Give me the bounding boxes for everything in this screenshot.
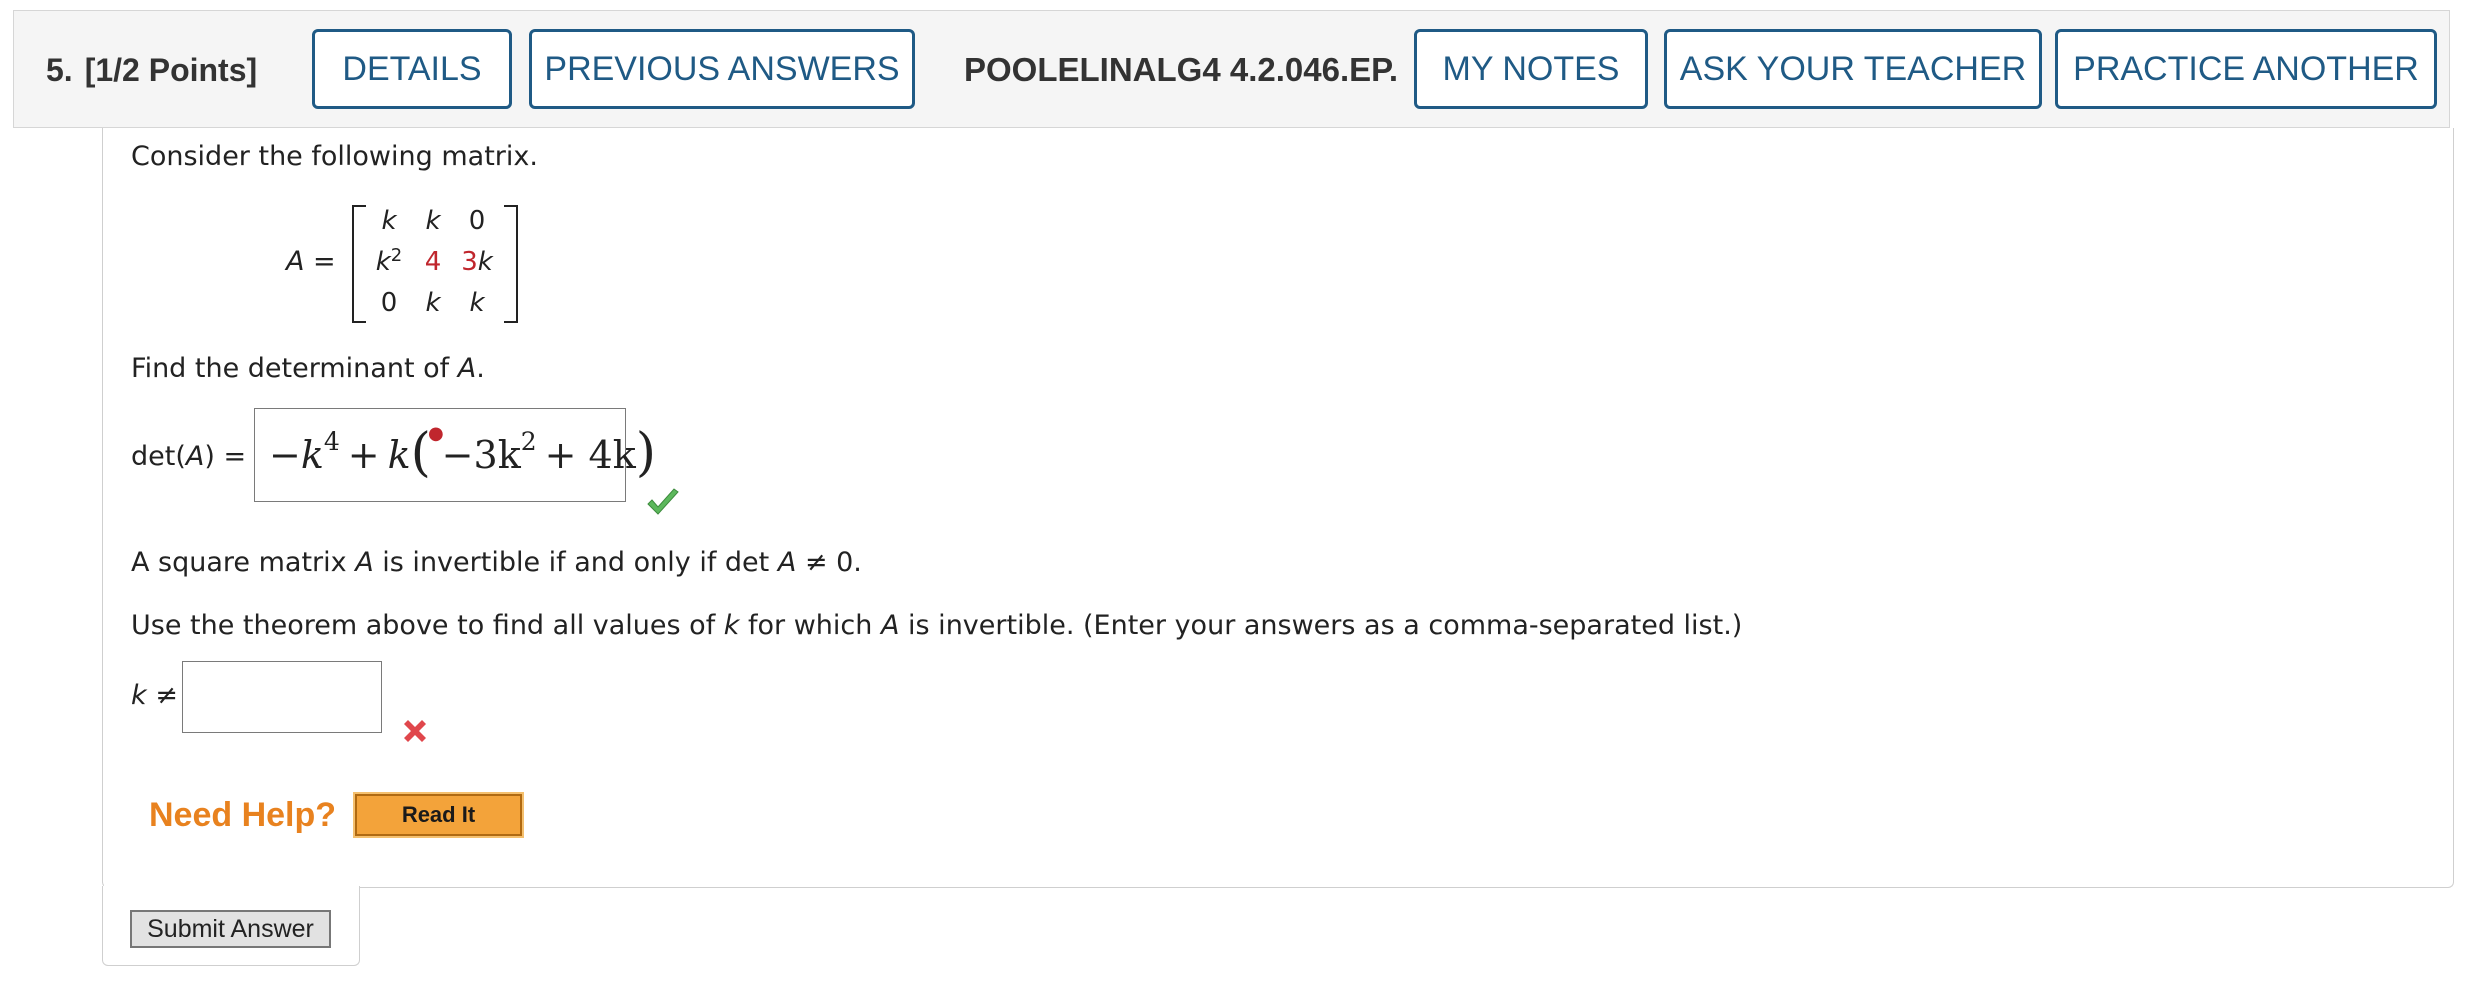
find-determinant-text: Find the determinant of A. <box>131 353 485 384</box>
theorem-text: A square matrix A is invertible if and o… <box>131 547 862 578</box>
matrix-cell-r1c3: 0 <box>468 206 486 236</box>
k-answer-input[interactable] <box>182 661 382 733</box>
matrix-cell-r3c2: k <box>425 288 441 318</box>
matrix-left-bracket <box>352 205 366 323</box>
cross-icon <box>404 720 426 742</box>
matrix-label: A = <box>286 246 336 277</box>
details-button[interactable]: DETAILS <box>312 29 512 109</box>
det-label: det(A) = <box>131 441 247 472</box>
read-it-button[interactable]: Read It <box>353 792 524 838</box>
previous-answers-button[interactable]: PREVIOUS ANSWERS <box>529 29 915 109</box>
k-answer-label: k ≠ <box>131 680 178 711</box>
matrix-cell-r3c1: 0 <box>380 288 398 318</box>
matrix-cell-r2c1: k2 <box>375 245 403 277</box>
matrix-cell-r1c1: k <box>381 206 397 236</box>
checkmark-icon <box>647 488 679 515</box>
matrix-cell-r2c3: 3k <box>461 247 493 277</box>
ask-your-teacher-button[interactable]: ASK YOUR TEACHER <box>1664 29 2042 109</box>
question-points: [1/2 Points] <box>84 52 258 88</box>
question-number-label: 5. <box>46 52 73 88</box>
matrix-cell-r2c2: 4 <box>424 247 442 277</box>
submit-answer-button[interactable]: Submit Answer <box>130 910 331 948</box>
matrix-cell-r1c2: k <box>425 206 441 236</box>
matrix-cell-r3c3: k <box>469 288 485 318</box>
instruction-text: Use the theorem above to find all values… <box>131 610 1743 641</box>
my-notes-button[interactable]: MY NOTES <box>1414 29 1648 109</box>
question-number: 5. [1/2 Points] <box>46 11 257 129</box>
practice-another-button[interactable]: PRACTICE ANOTHER <box>2055 29 2437 109</box>
matrix-a: k k 0 k2 4 3k 0 k k <box>352 203 518 323</box>
intro-text: Consider the following matrix. <box>131 141 538 172</box>
matrix-right-bracket <box>504 205 518 323</box>
need-help-label: Need Help? <box>149 796 337 834</box>
determinant-answer-field[interactable]: − k 4 + k(● −3k 2 + 4k) <box>254 408 656 502</box>
question-header: 5. [1/2 Points] DETAILS PREVIOUS ANSWERS … <box>13 10 2450 128</box>
question-code: POOLELINALG4 4.2.046.EP. <box>964 51 1399 88</box>
